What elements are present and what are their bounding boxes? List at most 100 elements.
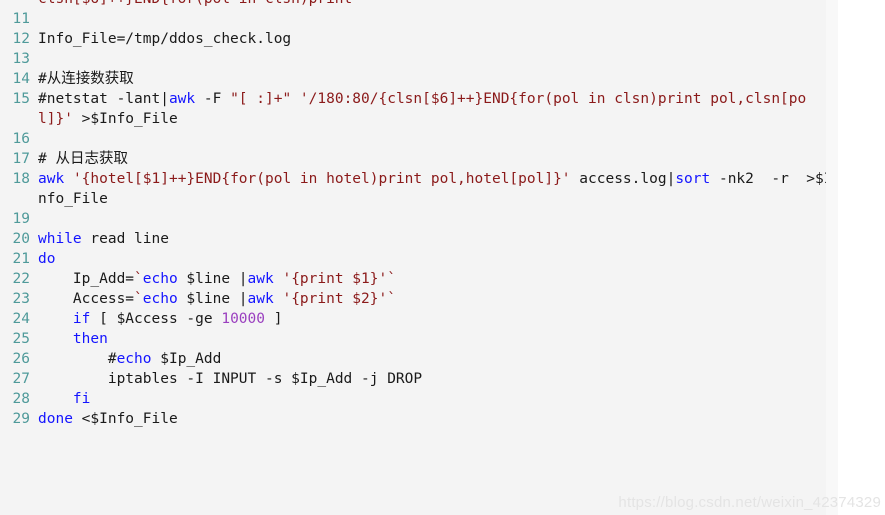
code-token-text: >$Info_File — [72, 111, 178, 127]
code-token-keyword: echo — [116, 351, 152, 367]
line-number: 26 — [12, 351, 30, 367]
code-token-text: Ip_Add= — [38, 271, 135, 287]
code-block: clsn[$6]++}END{for(pol in clsn)print 11 1… — [0, 0, 838, 515]
code-text: do — [38, 249, 838, 269]
code-line: 26 #echo $Ip_Add — [0, 349, 838, 369]
code-line: 19 — [0, 209, 838, 229]
code-text: awk '{hotel[$1]++}END{for(pol in hotel)p… — [38, 169, 838, 209]
code-token-text: Info_File=/tmp/ddos_check.log — [38, 31, 292, 47]
line-number: 28 — [12, 391, 30, 407]
code-token-text: ] — [265, 311, 283, 327]
code-token-text: access.log| — [570, 171, 676, 187]
code-line: 20 while read line — [0, 229, 838, 249]
code-token-text: $line | — [177, 291, 248, 307]
code-text: iptables -I INPUT -s $Ip_Add -j DROP — [38, 369, 838, 389]
code-token-string: ` — [134, 271, 143, 287]
code-line: 28 fi — [0, 389, 838, 409]
code-token-string: '{print $2}'` — [282, 291, 396, 307]
clipped-code-text: clsn[$6]++}END{for(pol in clsn)print — [38, 0, 838, 9]
code-line: 23 Access=`echo $line |awk '{print $2}'` — [0, 289, 838, 309]
code-token-keyword: echo — [142, 271, 178, 287]
code-line: 14 #从连接数获取 — [0, 69, 838, 89]
code-token-text: # 从日志获取 — [38, 151, 128, 167]
code-token-number: 10000 — [221, 311, 265, 327]
code-line: 11 — [0, 9, 838, 29]
code-token-string: '{hotel[$1]++}END{for(pol in hotel)print… — [72, 171, 571, 187]
line-number: 17 — [12, 151, 30, 167]
watermark-url: https://blog.csdn.net/weixin_42374329 — [618, 494, 881, 511]
code-token-text: Access= — [38, 291, 135, 307]
code-line: 15 #netstat -lant|awk -F "[ :]+" '/180:80… — [0, 89, 838, 129]
code-text: #从连接数获取 — [38, 69, 838, 89]
line-number: 12 — [12, 31, 30, 47]
code-line: 17 # 从日志获取 — [0, 149, 838, 169]
code-token-keyword: fi — [72, 391, 91, 407]
line-number: 29 — [12, 411, 30, 427]
line-number: 20 — [12, 231, 30, 247]
code-line: 12 Info_File=/tmp/ddos_check.log — [0, 29, 838, 49]
code-token-string: ` — [134, 291, 143, 307]
code-text: then — [38, 329, 838, 349]
line-number: 16 — [12, 131, 30, 147]
code-text: Info_File=/tmp/ddos_check.log — [38, 29, 838, 49]
code-text: #netstat -lant|awk -F "[ :]+" '/180:80/{… — [38, 89, 838, 129]
line-number: 19 — [12, 211, 30, 227]
code-token-keyword: awk — [247, 291, 274, 307]
line-number: 25 — [12, 331, 30, 347]
line-number: 15 — [12, 91, 30, 107]
code-line: 25 then — [0, 329, 838, 349]
line-number: 21 — [12, 251, 30, 267]
code-line: 18 awk '{hotel[$1]++}END{for(pol in hotel… — [0, 169, 838, 209]
line-number: 18 — [12, 171, 30, 187]
code-token-keyword: done — [38, 411, 73, 427]
code-line: 29 done <$Info_File — [0, 409, 838, 429]
code-line: 13 — [0, 49, 838, 69]
code-token-text: #netstat -lant| — [38, 91, 169, 107]
code-token-text: iptables -I INPUT -s $Ip_Add -j DROP — [38, 371, 423, 387]
code-text: while read line — [38, 229, 838, 249]
code-token-keyword: echo — [142, 291, 178, 307]
line-number: 23 — [12, 291, 30, 307]
code-token-keyword: do — [38, 251, 56, 267]
code-token-keyword: if — [72, 311, 91, 327]
line-number: 27 — [12, 371, 30, 387]
code-text: done <$Info_File — [38, 409, 838, 429]
code-text: if [ $Access -ge 10000 ] — [38, 309, 838, 329]
code-token-keyword: then — [72, 331, 108, 347]
code-token-text: #从连接数获取 — [38, 71, 134, 87]
code-token-text: # — [38, 351, 117, 367]
code-text: # 从日志获取 — [38, 149, 838, 169]
code-token-text: $Ip_Add — [151, 351, 222, 367]
clipped-code-row: clsn[$6]++}END{for(pol in clsn)print — [0, 0, 838, 9]
code-line: 24 if [ $Access -ge 10000 ] — [0, 309, 838, 329]
line-number: 22 — [12, 271, 30, 287]
code-text: Access=`echo $line |awk '{print $2}'` — [38, 289, 838, 309]
code-token-text: -F — [195, 91, 231, 107]
code-line: 22 Ip_Add=`echo $line |awk '{print $1}'` — [0, 269, 838, 289]
code-token-keyword: while — [38, 231, 82, 247]
code-line: 21 do — [0, 249, 838, 269]
code-token-text: $line | — [177, 271, 248, 287]
code-token-text: [ $Access -ge — [90, 311, 222, 327]
line-number: 13 — [12, 51, 30, 67]
code-token-text: <$Info_File — [72, 411, 178, 427]
code-token-text: read line — [81, 231, 169, 247]
code-line: 27 iptables -I INPUT -s $Ip_Add -j DROP — [0, 369, 838, 389]
line-number: 14 — [12, 71, 30, 87]
code-lines-container: clsn[$6]++}END{for(pol in clsn)print 11 1… — [0, 0, 838, 429]
code-token-keyword: sort — [675, 171, 711, 187]
code-text: fi — [38, 389, 838, 409]
code-token-string: "[ :]+" — [230, 91, 292, 107]
code-text: Ip_Add=`echo $line |awk '{print $1}'` — [38, 269, 838, 289]
code-token-keyword: awk — [247, 271, 274, 287]
code-line: 16 — [0, 129, 838, 149]
code-token-keyword: awk — [168, 91, 196, 107]
code-text: #echo $Ip_Add — [38, 349, 838, 369]
code-token-keyword: awk — [38, 171, 65, 187]
code-token-string: '{print $1}'` — [282, 271, 396, 287]
